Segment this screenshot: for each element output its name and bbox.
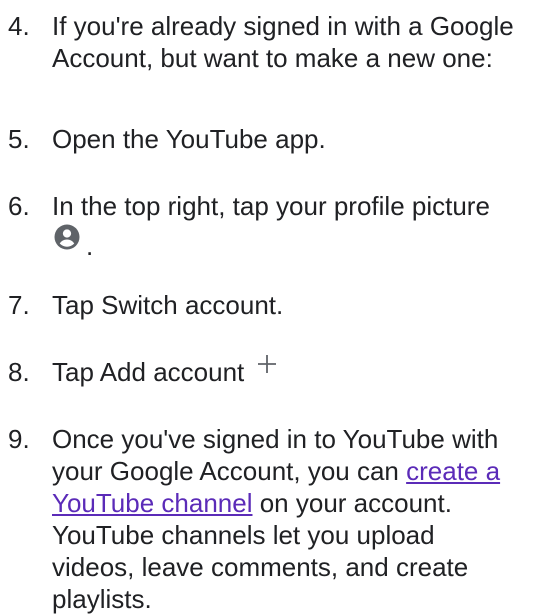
step-text: Open the YouTube app. (52, 124, 326, 154)
step-number: 9. (8, 424, 30, 454)
plus-icon (256, 350, 278, 382)
step-text-before-icon: In the top right, tap your profile pictu… (52, 191, 490, 221)
step-text-after-icon: . (86, 231, 94, 262)
step-number: 7. (8, 290, 30, 320)
step-text: If you're already signed in with a Googl… (52, 11, 514, 73)
step-text-label: Tap Add account (52, 357, 245, 387)
step-number: 5. (8, 124, 30, 154)
account-circle-icon (52, 222, 82, 259)
step-text: In the top right, tap your profile pictu… (52, 190, 551, 262)
step-text: Tap Switch account. (52, 290, 284, 320)
step-text: Once you've signed in to YouTube with yo… (52, 423, 522, 615)
step-number: 6. (8, 191, 30, 221)
step-number: 8. (8, 357, 30, 387)
step-text: Tap Add account (52, 355, 551, 390)
step-number: 4. (8, 11, 30, 41)
